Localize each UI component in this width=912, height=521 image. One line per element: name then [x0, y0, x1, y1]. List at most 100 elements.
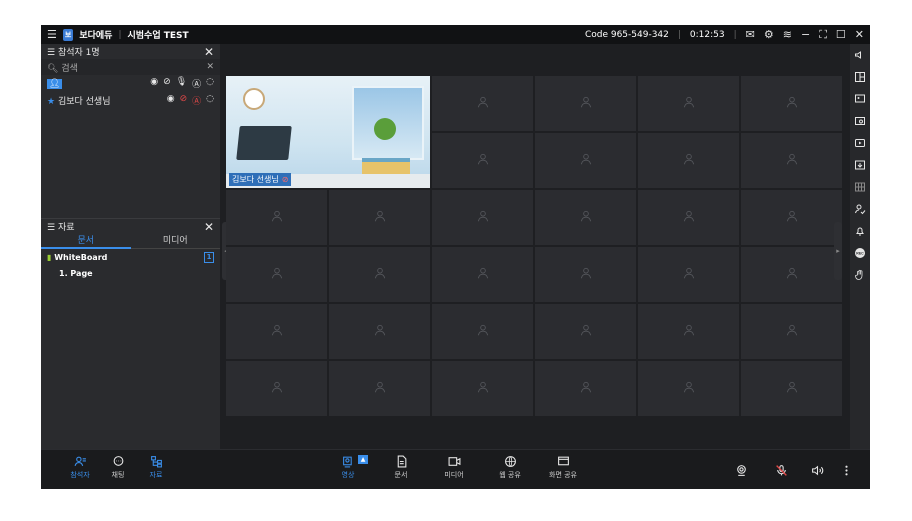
- speaker-button[interactable]: [807, 460, 827, 480]
- document-item[interactable]: ▮ WhiteBoard 1: [41, 249, 220, 265]
- mic-muted-icon: ⊘: [281, 175, 289, 184]
- person-placeholder-icon: [785, 208, 799, 227]
- video-label: 영상: [341, 471, 355, 479]
- mic-icon[interactable]: 🎙︎: [176, 77, 187, 90]
- layout-icon[interactable]: [854, 66, 866, 88]
- empty-video-tile: [329, 304, 430, 359]
- camera-all-icon[interactable]: ◉: [150, 77, 158, 90]
- user-check-icon[interactable]: [854, 198, 866, 220]
- bottom-chat-button[interactable]: 채팅: [101, 455, 135, 480]
- bottom-materials-button[interactable]: 자료: [139, 455, 173, 480]
- mic-toggle-button[interactable]: [771, 460, 791, 480]
- title-bar: ☰ 보 보다에듀 | 시범수업 TEST Code 965-549-342 | …: [41, 25, 870, 44]
- page-item[interactable]: 1. Page: [41, 265, 220, 281]
- person-placeholder-icon: [476, 151, 490, 170]
- empty-video-tile: [741, 247, 842, 302]
- video-icon: [342, 456, 352, 468]
- empty-video-tile: [638, 304, 739, 359]
- close-participants-icon[interactable]: ✕: [204, 45, 214, 59]
- person-placeholder-icon: [785, 322, 799, 341]
- video-name-label: 김보다 선생님 ⊘: [229, 173, 292, 186]
- person-placeholder-icon: [373, 322, 387, 341]
- tab-media[interactable]: 미디어: [130, 234, 220, 249]
- person-placeholder-icon: [270, 322, 284, 341]
- chat-label: 채팅: [111, 471, 125, 479]
- plant-illustration: [374, 118, 396, 140]
- record-icon[interactable]: REC: [854, 242, 866, 264]
- person-placeholder-icon: [476, 379, 490, 398]
- play-icon[interactable]: [854, 132, 866, 154]
- bottom-screen-share-button[interactable]: 화면 공유: [546, 455, 580, 480]
- announce-icon[interactable]: [854, 44, 866, 66]
- participant-search[interactable]: 🔍︎ 검색 ✕: [41, 59, 220, 75]
- clear-search-icon[interactable]: ✕: [206, 62, 214, 72]
- search-placeholder: 검색: [61, 63, 78, 74]
- laptop-illustration: [236, 126, 292, 160]
- mic-muted-icon[interactable]: ⊘: [180, 94, 188, 107]
- video-tile-teacher[interactable]: 김보다 선생님 ⊘: [226, 76, 430, 188]
- chat-all-icon[interactable]: ◌: [206, 77, 214, 90]
- close-materials-icon[interactable]: ✕: [204, 220, 214, 234]
- person-placeholder-icon: [579, 151, 593, 170]
- maximize-icon[interactable]: ☐: [836, 29, 846, 40]
- participant-row[interactable]: ★ 김보다 선생님 ◉ ⊘ Ⓐ ◌: [41, 92, 220, 109]
- bottom-web-share-button[interactable]: 웹 공유: [493, 455, 527, 480]
- person-placeholder-icon: [579, 208, 593, 227]
- minimize-icon[interactable]: −: [801, 29, 810, 40]
- camera-icon[interactable]: ◉: [167, 94, 175, 107]
- materials-header: ☰ 자료 ✕: [41, 219, 220, 234]
- brand-name: 보다에듀: [79, 31, 113, 41]
- person-placeholder-icon: [476, 322, 490, 341]
- screen-view-icon[interactable]: [854, 110, 866, 132]
- grid-view-icon[interactable]: [854, 176, 866, 198]
- wifi-icon: ≋: [782, 28, 792, 41]
- camera-toggle-button[interactable]: [731, 460, 751, 480]
- bottom-document-button[interactable]: 문서: [384, 455, 418, 480]
- download-icon[interactable]: [854, 154, 866, 176]
- empty-video-tile: [638, 190, 739, 245]
- empty-video-tile: [226, 361, 327, 416]
- empty-video-tile: [535, 190, 636, 245]
- bottom-toolbar: 참석자 채팅 자료 영상 ▲ 문서 미디어 웹 공유 화면 공유: [41, 449, 870, 489]
- chat-icon: [113, 456, 123, 466]
- more-options-button[interactable]: [836, 460, 856, 480]
- annotate-icon[interactable]: Ⓐ: [192, 94, 201, 107]
- raise-hand-icon[interactable]: [854, 264, 866, 286]
- bell-icon[interactable]: [854, 220, 866, 242]
- brand-logo: 보: [62, 28, 74, 41]
- menu-icon[interactable]: ☰: [47, 29, 57, 40]
- chat-icon[interactable]: ◌: [206, 94, 214, 107]
- close-icon[interactable]: ✕: [855, 29, 864, 40]
- search-icon: 🔍︎: [47, 63, 59, 74]
- person-placeholder-icon: [785, 151, 799, 170]
- annotate-all-icon[interactable]: Ⓐ: [192, 77, 201, 90]
- clock-illustration: [243, 88, 265, 110]
- tab-documents[interactable]: 문서: [41, 234, 131, 249]
- mail-icon[interactable]: ✉: [746, 29, 755, 40]
- presenter-icon[interactable]: [854, 88, 866, 110]
- person-placeholder-icon: [373, 265, 387, 284]
- fullscreen-icon[interactable]: ⛶: [819, 29, 827, 40]
- rightbar-collapse-handle[interactable]: ▸: [834, 222, 842, 280]
- empty-video-tile: [638, 361, 739, 416]
- person-placeholder-icon: [270, 208, 284, 227]
- settings-icon[interactable]: ⚙: [764, 29, 774, 40]
- document-icon: ▮: [47, 252, 52, 262]
- session-code: Code 965-549-342: [584, 29, 669, 40]
- person-placeholder-icon: [476, 94, 490, 113]
- person-placeholder-icon: [373, 208, 387, 227]
- person-placeholder-icon: [476, 265, 490, 284]
- empty-video-tile: [432, 76, 533, 131]
- bottom-participants-button[interactable]: 참석자: [63, 455, 97, 480]
- bottom-media-button[interactable]: 미디어: [437, 455, 471, 480]
- right-toolbar: REC: [850, 44, 870, 450]
- empty-video-tile: [432, 133, 533, 188]
- page-count-badge: 1: [204, 251, 214, 263]
- empty-video-tile: [226, 304, 327, 359]
- globe-icon: [504, 456, 516, 467]
- mic-off-all-icon[interactable]: ⊘: [163, 77, 171, 90]
- empty-video-tile: [329, 361, 430, 416]
- video-options-toggle[interactable]: ▲: [358, 455, 368, 464]
- title-separator: |: [677, 29, 681, 40]
- person-placeholder-icon: [270, 265, 284, 284]
